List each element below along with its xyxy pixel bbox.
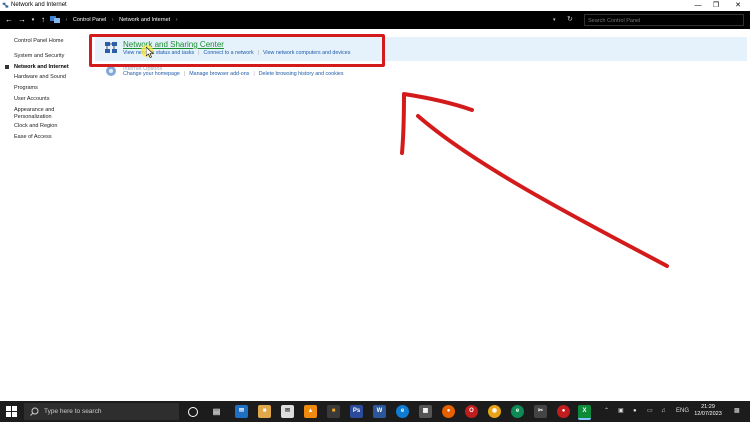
opera-icon[interactable]: O xyxy=(465,405,478,418)
task-view-icon[interactable]: ▤ xyxy=(210,405,223,418)
annotation-red-box xyxy=(89,34,385,67)
taskbar-search-placeholder: Type here to search xyxy=(44,408,102,415)
chevron-down-icon[interactable]: ▾ xyxy=(28,15,38,25)
photoshop-icon[interactable]: Ps xyxy=(350,405,363,418)
sidebar-item-system-and-security[interactable]: System and Security xyxy=(14,53,64,60)
window-title: Network and Internet xyxy=(11,2,67,8)
up-arrow-icon[interactable]: ↑ xyxy=(38,15,48,25)
sidebar-item-hardware-and-sound[interactable]: Hardware and Sound xyxy=(14,74,66,81)
title-bar: Network and Internet — ❐ ✕ xyxy=(0,0,750,11)
search-icon xyxy=(30,407,39,416)
sidebar-item-label: Network and Internet xyxy=(14,64,69,70)
mail-icon[interactable]: ✉ xyxy=(235,405,248,418)
microphone-icon[interactable]: ● xyxy=(633,407,637,416)
envelope-icon[interactable]: ✉ xyxy=(281,405,294,418)
folder-icon[interactable]: ■ xyxy=(327,405,340,418)
sidebar-item-programs[interactable]: Programs xyxy=(14,85,38,92)
internet-options-links: Change your homepage | Manage browser add-… xyxy=(123,71,344,77)
firefox-icon[interactable]: ● xyxy=(442,405,455,418)
breadcrumb-network-and-internet[interactable]: Network and Internet xyxy=(119,17,170,23)
search-control-panel-input[interactable]: Search Control Panel xyxy=(584,14,744,26)
network-tray-icon[interactable]: ▣ xyxy=(618,407,624,416)
vlc-icon[interactable]: ▲ xyxy=(304,405,317,418)
change-homepage-link[interactable]: Change your homepage xyxy=(123,71,180,77)
tray-chevron-icon[interactable]: ⌃ xyxy=(604,407,609,416)
manage-add-ons-link[interactable]: Manage browser add-ons xyxy=(189,71,249,77)
clock-date: 12/07/2023 xyxy=(694,411,722,417)
sidebar-item-control-panel-home[interactable]: Control Panel Home xyxy=(14,38,64,45)
sidebar-item-personalization[interactable]: Personalization xyxy=(14,114,52,121)
volume-icon[interactable]: ♫ xyxy=(661,407,666,416)
control-panel-icon xyxy=(50,16,60,24)
chrome-icon[interactable]: ◉ xyxy=(488,405,501,418)
breadcrumb[interactable]: › Control Panel › Network and Internet › xyxy=(50,14,578,26)
system-clock[interactable]: 21:29 12/07/2023 xyxy=(692,404,724,418)
control-panel-window: Network and Internet — ❐ ✕ ← → ▾ ↑ › Con… xyxy=(0,0,750,401)
word-icon[interactable]: W xyxy=(373,405,386,418)
sidebar-item-user-accounts[interactable]: User Accounts xyxy=(14,96,49,103)
language-indicator[interactable]: ENG xyxy=(676,407,689,416)
close-button[interactable]: ✕ xyxy=(728,0,748,11)
minimize-button[interactable]: — xyxy=(688,0,708,11)
address-bar: ← → ▾ ↑ › Control Panel › Network and In… xyxy=(0,11,750,29)
address-dropdown-icon[interactable]: ▾ xyxy=(553,15,556,25)
refresh-icon[interactable]: ↻ xyxy=(567,15,573,25)
active-bullet-icon xyxy=(5,65,9,69)
edge-dev-icon[interactable]: e xyxy=(511,405,524,418)
record-icon[interactable]: ● xyxy=(557,405,570,418)
cortana-icon[interactable] xyxy=(188,407,198,417)
taskbar: Type here to search ▤ ✉ ■ ✉ ▲ ■ Ps W e ▦… xyxy=(0,401,750,422)
windows-start-icon[interactable] xyxy=(6,406,17,417)
mouse-pointer-icon xyxy=(146,47,154,58)
store-icon[interactable]: ■ xyxy=(258,405,271,418)
excel-icon[interactable]: X xyxy=(578,405,591,420)
edge-icon[interactable]: e xyxy=(396,405,409,418)
sidebar-item-network-and-internet[interactable]: Network and Internet xyxy=(5,64,69,71)
sidebar-item-clock-and-region[interactable]: Clock and Region xyxy=(14,123,57,130)
back-arrow-icon[interactable]: ← xyxy=(4,15,14,25)
sidebar-item-ease-of-access[interactable]: Ease of Access xyxy=(14,134,52,141)
display-icon[interactable]: ▭ xyxy=(647,407,653,416)
sidebar-item-appearance[interactable]: Appearance and xyxy=(14,107,54,114)
clock-time: 21:29 xyxy=(701,404,715,410)
calculator-icon[interactable]: ▦ xyxy=(419,405,432,418)
notifications-icon[interactable]: ▩ xyxy=(734,407,740,416)
snip-tool-icon[interactable]: ✂ xyxy=(534,405,547,418)
network-icon xyxy=(2,2,9,8)
taskbar-search-input[interactable]: Type here to search xyxy=(24,403,179,420)
maximize-button[interactable]: ❐ xyxy=(706,0,726,11)
breadcrumb-control-panel[interactable]: Control Panel xyxy=(73,17,106,23)
delete-history-link[interactable]: Delete browsing history and cookies xyxy=(259,71,344,77)
forward-arrow-icon[interactable]: → xyxy=(17,15,27,25)
